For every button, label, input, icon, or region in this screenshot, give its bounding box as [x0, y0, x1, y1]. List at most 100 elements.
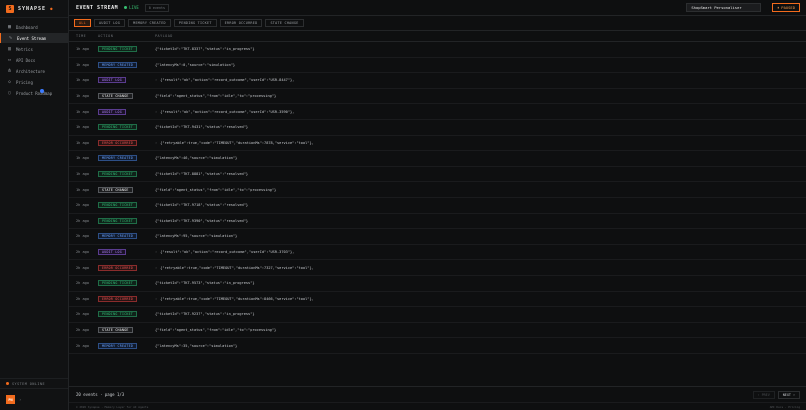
mouse-cursor-icon	[40, 89, 44, 93]
event-payload: {"latencyMs":46,"source":"simulation"}	[155, 156, 238, 161]
brand[interactable]: S SYNAPSE ●	[0, 0, 68, 18]
filter-audit-log[interactable]: AUDIT LOG	[94, 19, 126, 27]
table-row[interactable]: 1h ago STATE CHANGE {"field":"agent_status…	[69, 182, 806, 198]
action-badge: STATE CHANGE	[98, 326, 133, 333]
footer-links[interactable]: API Docs · Pricing	[770, 405, 800, 409]
event-payload: {"retryable":true,"code":"TIMEOUT","dura…	[160, 296, 314, 301]
table-row[interactable]: 2h ago PENDING TICKET {"ticketId":"TKT-971…	[69, 198, 806, 214]
table-row[interactable]: 1h ago MEMORY CREATED {"latencyMs":46,"sou…	[69, 151, 806, 167]
table-row[interactable]: 1h ago AUDIT LOG › {"result":"ok","action":…	[69, 104, 806, 120]
action-badge: MEMORY CREATED	[98, 61, 138, 68]
event-payload: {"result":"ok","action":"record_outcome"…	[160, 109, 295, 114]
sidebar-item-architecture[interactable]: ⋔ Architecture	[0, 66, 68, 76]
sidebar-item-label: Product Roadmap	[16, 90, 53, 96]
action-badge: ERROR OCCURRED	[98, 295, 138, 302]
table-row[interactable]: 1h ago PENDING TICKET {"ticketId":"TKT-943…	[69, 120, 806, 136]
action-badge: ERROR OCCURRED	[98, 139, 138, 146]
action-badge: PENDING TICKET	[98, 217, 138, 224]
next-page-button[interactable]: NEXT ›	[777, 390, 800, 399]
event-time: 1h ago	[76, 172, 89, 177]
filter-all[interactable]: ALL	[74, 19, 92, 27]
event-time: 1h ago	[76, 187, 89, 192]
filter-pending-ticket[interactable]: PENDING TICKET	[173, 19, 217, 27]
table-row[interactable]: 2h ago AUDIT LOG › {"result":"ok","action":…	[69, 245, 806, 261]
table-row[interactable]: 2h ago PENDING TICKET {"ticketId":"TKT-939…	[69, 214, 806, 230]
sidebar-item-product-roadmap[interactable]: ▯ Product Roadmap	[0, 88, 68, 98]
action-badge: PENDING TICKET	[98, 311, 138, 318]
prev-page-button[interactable]: ‹ PREV	[752, 390, 775, 399]
sidebar-item-event-stream[interactable]: ∿ Event Stream	[0, 33, 68, 43]
expand-chevron-icon[interactable]: ›	[155, 141, 157, 145]
event-time: 2h ago	[76, 296, 89, 301]
action-badge: PENDING TICKET	[98, 46, 138, 53]
table-row[interactable]: 1h ago AUDIT LOG › {"result":"ok","action":…	[69, 73, 806, 89]
sidebar-item-api-docs[interactable]: ▭ API Docs	[0, 55, 68, 65]
expand-chevron-icon[interactable]: ›	[155, 297, 157, 301]
table-row[interactable]: 1h ago ERROR OCCURRED › {"retryable":true,"…	[69, 136, 806, 152]
sidebar-item-label: Dashboard	[16, 24, 38, 30]
agent-select[interactable]: ShopSmart Personaliser	[686, 3, 762, 12]
table-row[interactable]: 2h ago MEMORY CREATED {"latencyMs":35,"sou…	[69, 338, 806, 354]
event-time: 2h ago	[76, 327, 89, 332]
event-time: 1h ago	[76, 156, 89, 161]
event-payload: {"ticketId":"TKT-9431","status":"resolve…	[155, 125, 249, 130]
event-payload: {"ticketId":"TKT-8337","status":"in_prog…	[155, 47, 255, 52]
table-row[interactable]: 2h ago ERROR OCCURRED › {"retryable":true,"…	[69, 292, 806, 308]
main: EVENT STREAM LIVE 0 events ShopSmart Per…	[69, 0, 806, 410]
expand-chevron-icon[interactable]: ›	[155, 250, 157, 254]
action-badge: PENDING TICKET	[98, 280, 138, 287]
table-row[interactable]: 2h ago PENDING TICKET {"ticketId":"TKT-923…	[69, 307, 806, 323]
copyright-text: © 2026 Synapse · Memory Layer for AI Age…	[76, 404, 149, 409]
paused-label: PAUSED	[781, 5, 795, 10]
event-time: 1h ago	[76, 109, 89, 114]
table-row[interactable]: 2h ago MEMORY CREATED {"latencyMs":95,"sou…	[69, 229, 806, 245]
filter-memory-created[interactable]: MEMORY CREATED	[128, 19, 171, 27]
event-time: 2h ago	[76, 343, 89, 348]
grid-icon: ▦	[7, 24, 11, 30]
tag-icon: ◇	[7, 79, 11, 85]
filter-bar: ALL AUDIT LOG MEMORY CREATED PENDING TICKET…	[69, 16, 806, 31]
filter-state-change[interactable]: STATE CHANGE	[265, 19, 304, 27]
header-time: TIME	[76, 34, 87, 38]
event-time: 2h ago	[76, 312, 89, 317]
event-payload: {"field":"agent_status","from":"idle","t…	[155, 327, 277, 332]
paused-button[interactable]: ⏸ PAUSED	[772, 3, 800, 12]
table-row[interactable]: 2h ago PENDING TICKET {"ticketId":"TKT-957…	[69, 276, 806, 292]
user-menu[interactable]: PN ›	[0, 388, 68, 410]
expand-chevron-icon[interactable]: ›	[155, 266, 157, 270]
live-dot-icon	[124, 6, 128, 9]
app-root: S SYNAPSE ● ▦ Dashboard ∿ Event Stream ▥ Metr…	[0, 0, 806, 410]
copyright-bar: © 2026 Synapse · Memory Layer for AI Age…	[69, 402, 806, 410]
pause-icon: ⏸	[777, 5, 780, 10]
table-row[interactable]: 2h ago ERROR OCCURRED › {"retryable":true,"…	[69, 260, 806, 276]
avatar[interactable]: PN	[6, 395, 15, 404]
bar-chart-icon: ▥	[7, 46, 11, 52]
table-row[interactable]: 2h ago STATE CHANGE {"field":"agent_status…	[69, 323, 806, 339]
table-row[interactable]: 1h ago MEMORY CREATED {"latencyMs":0,"sour…	[69, 58, 806, 74]
event-payload: {"field":"agent_status","from":"idle","t…	[155, 94, 277, 99]
event-time: 2h ago	[76, 203, 89, 208]
system-status: SYSTEM ONLINE	[0, 378, 68, 388]
table-row[interactable]: 1h ago STATE CHANGE {"field":"agent_status…	[69, 89, 806, 105]
event-payload: {"retryable":true,"code":"TIMEOUT","dura…	[160, 140, 314, 145]
sidebar-item-metrics[interactable]: ▥ Metrics	[0, 44, 68, 54]
event-payload: {"latencyMs":95,"source":"simulation"}	[155, 234, 238, 239]
sidebar-item-pricing[interactable]: ◇ Pricing	[0, 77, 68, 87]
event-time: 1h ago	[76, 140, 89, 145]
action-badge: AUDIT LOG	[98, 249, 126, 256]
sidebar-item-dashboard[interactable]: ▦ Dashboard	[0, 22, 68, 32]
system-status-label: SYSTEM ONLINE	[12, 381, 46, 386]
event-time: 1h ago	[76, 78, 89, 83]
table-row[interactable]: 1h ago PENDING TICKET {"ticketId":"TKT-888…	[69, 167, 806, 183]
filter-error-occurred[interactable]: ERROR OCCURRED	[219, 19, 263, 27]
map-icon: ▯	[7, 90, 11, 96]
expand-chevron-icon[interactable]: ›	[155, 110, 157, 114]
event-payload: {"ticketId":"TKT-9237","status":"in_prog…	[155, 312, 255, 317]
action-badge: AUDIT LOG	[98, 77, 126, 84]
table-row[interactable]: 1h ago PENDING TICKET {"ticketId":"TKT-833…	[69, 42, 806, 58]
chevron-right-icon: ›	[19, 397, 22, 402]
event-payload: {"ticketId":"TKT-8881","status":"resolve…	[155, 172, 249, 177]
sidebar: S SYNAPSE ● ▦ Dashboard ∿ Event Stream ▥ Metr…	[0, 0, 69, 410]
expand-chevron-icon[interactable]: ›	[155, 78, 157, 82]
sidebar-item-label: Event Stream	[17, 35, 46, 41]
